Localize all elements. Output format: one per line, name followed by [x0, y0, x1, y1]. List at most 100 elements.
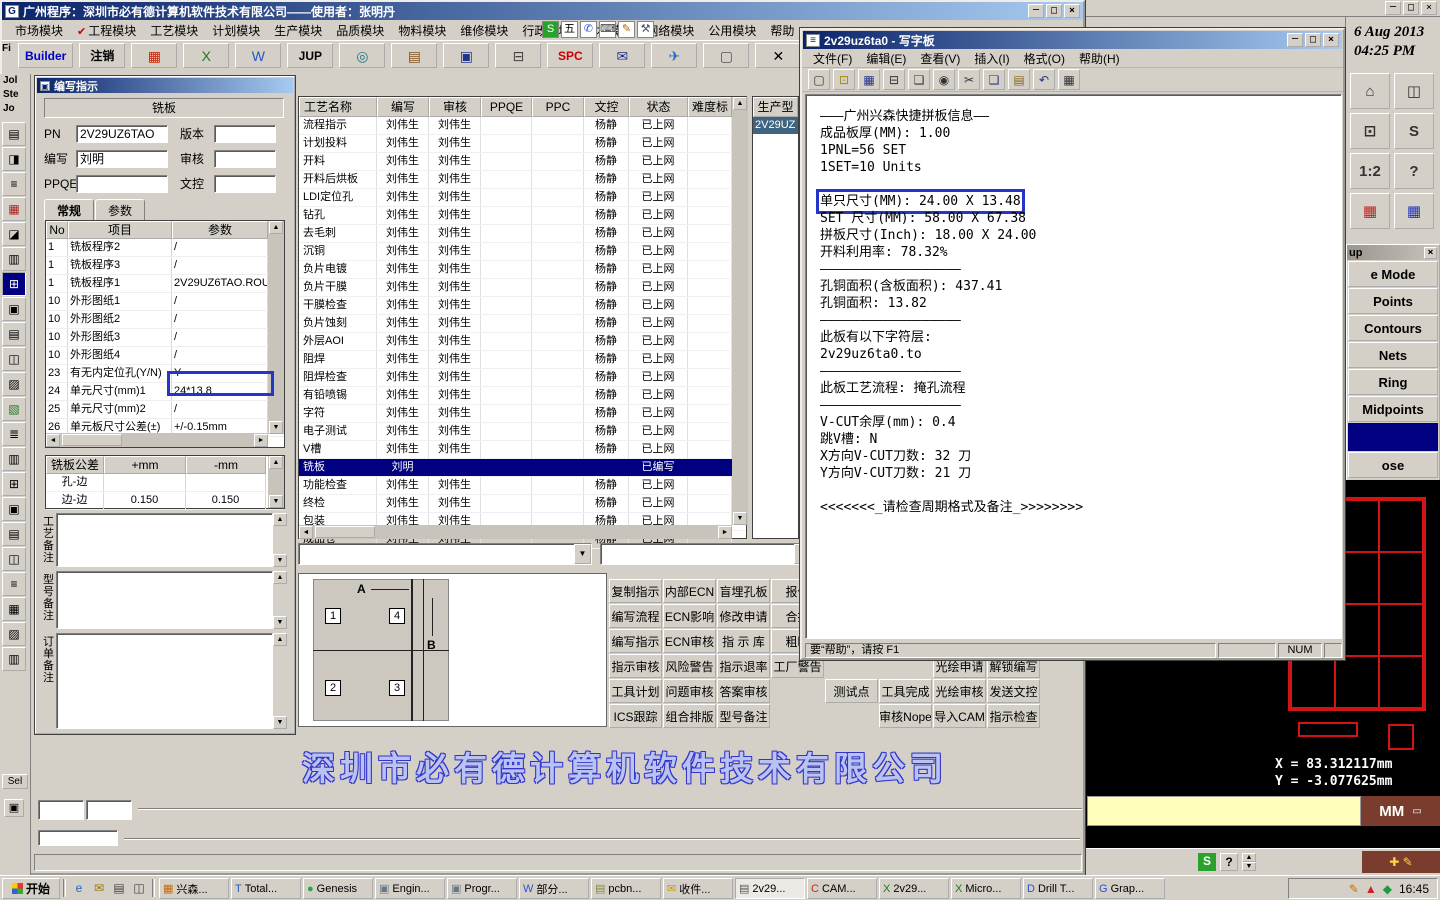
action-button-型号备注[interactable]: 型号备注: [717, 704, 770, 728]
popup-button-points[interactable]: Points: [1348, 288, 1438, 314]
wrench-icon[interactable]: ⚒: [637, 21, 654, 38]
process-row-钻孔[interactable]: 钻孔 刘伟生 刘伟生 杨静 已上网: [299, 207, 746, 225]
param-row[interactable]: 1 铣板程序3/: [46, 257, 284, 275]
datetime-icon[interactable]: ▦: [1058, 69, 1080, 90]
cam-tool-icon-4[interactable]: 1:2: [1350, 153, 1390, 189]
process-row-负片电镀[interactable]: 负片电镀 刘伟生 刘伟生 杨静 已上网: [299, 261, 746, 279]
strip-tool-icon-0[interactable]: ▤: [2, 122, 26, 146]
tray-icon-2[interactable]: ◆: [1383, 882, 1392, 896]
param-row[interactable]: 10 外形图纸3/: [46, 329, 284, 347]
task-button-4[interactable]: ▣ Progr...: [447, 878, 517, 899]
task-button-9[interactable]: C CAM...: [807, 878, 877, 899]
minimize-icon[interactable]: ─: [1287, 33, 1303, 47]
proc-vscroll[interactable]: ▲ ▼: [732, 97, 748, 525]
field-input-编写[interactable]: 刘明: [76, 149, 168, 168]
action-button-编写指示[interactable]: 编写指示: [609, 629, 662, 653]
wordpad-content[interactable]: ———广州兴森快捷拼板信息—— 成品板厚(MM): 1.00 1PNL=56 SET…: [805, 94, 1342, 639]
task-button-6[interactable]: ▤ pcbn...: [591, 878, 661, 899]
param-row[interactable]: 24 单元尺寸(mm)1 24*13.8: [46, 383, 284, 401]
cam-tool-icon-5[interactable]: ?: [1394, 153, 1434, 189]
action-button-指示检查[interactable]: 指示检查: [987, 704, 1040, 728]
process-row-铣板[interactable]: 铣板 刘明 已编写: [299, 459, 746, 477]
scroll-right-icon[interactable]: ►: [718, 525, 732, 539]
new-doc-icon[interactable]: ▢: [808, 69, 830, 90]
popup-close-icon[interactable]: ×: [1424, 246, 1437, 259]
process-row-功能检查[interactable]: 功能检查 刘伟生 刘伟生 杨静 已上网: [299, 477, 746, 495]
logout-button[interactable]: 注销: [79, 43, 126, 68]
strip-tool-icon-8[interactable]: ▤: [2, 322, 26, 346]
copy-icon[interactable]: ❏: [983, 69, 1005, 90]
scroll-up-icon[interactable]: ▲: [273, 571, 287, 584]
print-icon[interactable]: ⊟: [883, 69, 905, 90]
cam-tool-icon-2[interactable]: ⊡: [1350, 113, 1390, 149]
action-button-编写流程[interactable]: 编写流程: [609, 604, 662, 628]
scroll-down-icon[interactable]: ▼: [269, 421, 283, 434]
wp-menu-插入(I)[interactable]: 插入(I): [967, 49, 1016, 68]
strip-tool-icon-14[interactable]: ⊞: [2, 472, 26, 496]
quicklaunch-icon-0[interactable]: e: [69, 878, 89, 898]
strip-tool-icon-20[interactable]: ▨: [2, 622, 26, 646]
units-mm-button[interactable]: MM ▭: [1361, 796, 1440, 826]
action-button-修改申请[interactable]: 修改申请: [717, 604, 770, 628]
strip-tool-icon-21[interactable]: ▥: [2, 647, 26, 671]
task-button-5[interactable]: W 部分...: [519, 878, 589, 899]
param-row[interactable]: 23 有无内定位孔(Y/N) Y: [46, 365, 284, 383]
quicklaunch-icon-3[interactable]: ◫: [129, 878, 149, 898]
field-input-文控[interactable]: [214, 174, 276, 193]
process-row-电子测试[interactable]: 电子测试 刘伟生 刘伟生 杨静 已上网: [299, 423, 746, 441]
strip-tool-icon-9[interactable]: ◫: [2, 347, 26, 371]
quicklaunch-icon-1[interactable]: ✉: [89, 878, 109, 898]
production-cell[interactable]: 2V29UZ: [753, 117, 798, 134]
strip-tool-icon-2[interactable]: ≡: [2, 172, 26, 196]
popup-button-ose[interactable]: ose: [1348, 452, 1438, 478]
action-button-风险警告[interactable]: 风险警告: [663, 654, 716, 678]
popup-button-contours[interactable]: Contours: [1348, 315, 1438, 341]
quicklaunch-icon-2[interactable]: ▤: [109, 878, 129, 898]
scroll-thumb[interactable]: [315, 526, 375, 538]
scroll-down-icon[interactable]: ▼: [269, 495, 283, 508]
action-button-发送文控[interactable]: 发送文控: [987, 679, 1040, 703]
action-button-复制指示[interactable]: 复制指示: [609, 579, 662, 603]
start-button[interactable]: 开始: [2, 878, 60, 899]
process-row-字符[interactable]: 字符 刘伟生 刘伟生 杨静 已上网: [299, 405, 746, 423]
process-row-开料[interactable]: 开料 刘伟生 刘伟生 杨静 已上网: [299, 153, 746, 171]
wp-menu-文件(F)[interactable]: 文件(F): [806, 49, 859, 68]
scroll-up-icon[interactable]: ▲: [733, 97, 747, 110]
tray-icon-0[interactable]: ✎: [1349, 882, 1359, 896]
param-row[interactable]: 10 外形图纸4/: [46, 347, 284, 365]
task-button-3[interactable]: ▣ Engin...: [375, 878, 445, 899]
strip-tool-icon-1[interactable]: ◨: [2, 147, 26, 171]
strip-tool-icon-15[interactable]: ▣: [2, 497, 26, 521]
task-button-13[interactable]: G Grap...: [1095, 878, 1165, 899]
menu-item-1[interactable]: ✔ 工程模块: [70, 21, 143, 40]
minimize-icon[interactable]: ─: [1028, 4, 1044, 18]
action-button-组合排版[interactable]: 组合排版: [663, 704, 716, 728]
word-icon[interactable]: W: [235, 43, 282, 68]
menu-item-11[interactable]: 公用模块: [701, 21, 763, 40]
view-icon[interactable]: ◎: [339, 43, 386, 68]
main-titlebar[interactable]: G 广州程序：深圳市必有德计算机软件技术有限公司——使用者：张明丹 ─ □ ×: [2, 2, 1083, 20]
process-row-阻焊检查[interactable]: 阻焊检查 刘伟生 刘伟生 杨静 已上网: [299, 369, 746, 387]
cam-tool-icon-6[interactable]: ▦: [1350, 193, 1390, 229]
field-input-审核[interactable]: [214, 149, 276, 168]
tolerance-row[interactable]: 边-边 0.150 0.150: [46, 492, 284, 510]
task-button-10[interactable]: X 2v29...: [879, 878, 949, 899]
strip-tool-icon-13[interactable]: ▥: [2, 447, 26, 471]
tolerance-row[interactable]: 孔-边: [46, 474, 284, 492]
action-button-光绘审核[interactable]: 光绘审核: [933, 679, 986, 703]
close-x-icon[interactable]: ✕: [755, 43, 802, 68]
print-preview-icon[interactable]: ❏: [908, 69, 930, 90]
printer-icon[interactable]: ⊟: [495, 43, 542, 68]
book-icon[interactable]: ▤: [391, 43, 438, 68]
excel-icon[interactable]: X: [183, 43, 230, 68]
action-button-ECN影响[interactable]: ECN影响: [663, 604, 716, 628]
wp-menu-编辑(E)[interactable]: 编辑(E): [859, 49, 913, 68]
sel-button[interactable]: Sel: [2, 774, 28, 789]
task-button-2[interactable]: ● Genesis: [303, 878, 373, 899]
proc-hscroll[interactable]: ◄ ►: [299, 525, 732, 539]
task-button-8[interactable]: ▤ 2v29...: [735, 878, 805, 899]
popup-button-nets[interactable]: Nets: [1348, 342, 1438, 368]
param-hscroll[interactable]: ◄ ►: [46, 433, 268, 447]
process-row-沉铜[interactable]: 沉铜 刘伟生 刘伟生 杨静 已上网: [299, 243, 746, 261]
process-row-负片蚀刻[interactable]: 负片蚀刻 刘伟生 刘伟生 杨静 已上网: [299, 315, 746, 333]
